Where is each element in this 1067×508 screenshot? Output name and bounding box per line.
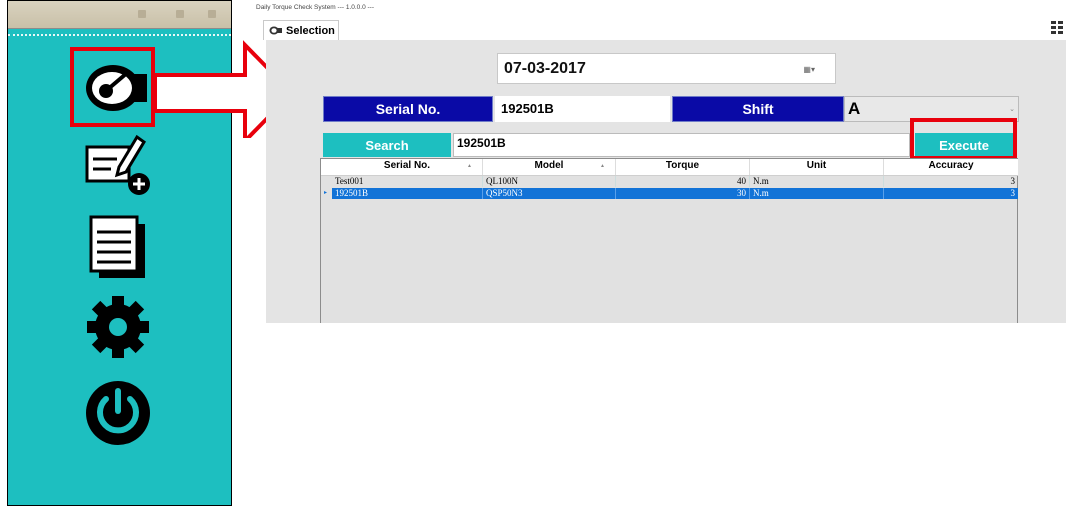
serial-value: 192501B	[495, 96, 670, 122]
sidebar-titlebar	[8, 1, 231, 29]
tab-label: Selection	[286, 24, 335, 37]
column-header-label: Accuracy	[928, 160, 974, 171]
torque-wrench-icon	[269, 26, 282, 35]
row-header-spacer	[321, 159, 332, 175]
table-cell: N.m	[750, 188, 884, 199]
table-header: Serial No. ▲ Model ▲ Torque Unit Accuracy	[321, 159, 1018, 176]
search-button[interactable]: Search	[323, 133, 451, 157]
table-row[interactable]: Test001 QL100N 40 N.m 3	[321, 176, 1018, 187]
titlebar-control[interactable]	[208, 10, 216, 18]
window-title: Daily Torque Check System --- 1.0.0.0 --…	[256, 4, 374, 11]
table-cell: 40	[616, 176, 750, 187]
column-header[interactable]: Accuracy	[884, 159, 1018, 175]
titlebar-control[interactable]	[176, 10, 184, 18]
shift-value: A	[848, 99, 861, 118]
shift-label: Shift	[672, 96, 844, 122]
column-header-label: Serial No.	[383, 160, 431, 171]
table-cell: 192501B	[332, 188, 483, 199]
column-header-label: Unit	[806, 160, 827, 171]
sort-icon: ▲	[600, 163, 605, 169]
search-input[interactable]: 192501B	[453, 133, 910, 157]
highlight-box	[910, 118, 1017, 160]
settings-icon	[87, 296, 149, 358]
new-document-icon	[85, 134, 150, 195]
table-row-selected[interactable]: ▸ 192501B QSP50N3 30 N.m 3	[321, 188, 1018, 199]
power-icon	[86, 381, 150, 445]
list-icon	[89, 215, 145, 278]
table-cell: 30	[616, 188, 750, 199]
table-cell: Test001	[332, 176, 483, 187]
row-indicator	[321, 176, 332, 187]
sidebar-item-power[interactable]	[78, 375, 158, 451]
chevron-down-icon: ⌄	[1009, 106, 1015, 113]
sidebar-item-list[interactable]	[78, 209, 158, 285]
sidebar-item-settings[interactable]	[78, 289, 158, 365]
table-cell: 3	[1010, 176, 1016, 186]
tab-selection[interactable]: Selection	[263, 20, 339, 40]
calendar-icon[interactable]: ▦▾	[803, 65, 815, 74]
row-pointer-icon: ▸	[321, 188, 332, 199]
serial-label: Serial No.	[323, 96, 493, 122]
table-cell: QSP50N3	[483, 188, 616, 199]
sidebar-item-new-record[interactable]	[78, 126, 158, 202]
column-header[interactable]: Model ▲	[483, 159, 616, 175]
results-table: Serial No. ▲ Model ▲ Torque Unit Accuracy …	[320, 158, 1018, 323]
sort-icon: ▲	[467, 163, 472, 169]
highlight-box	[70, 47, 155, 127]
column-header[interactable]: Serial No. ▲	[332, 159, 483, 175]
date-picker[interactable]: 07-03-2017 ▦▾	[497, 53, 836, 84]
date-value: 07-03-2017	[504, 60, 586, 77]
column-header-label: Model	[534, 160, 564, 171]
titlebar-control[interactable]	[138, 10, 146, 18]
column-header-label: Torque	[665, 160, 700, 171]
table-cell: 3	[1010, 188, 1016, 198]
table-cell: N.m	[750, 176, 884, 187]
sidebar-divider	[8, 28, 231, 36]
column-header[interactable]: Torque	[616, 159, 750, 175]
table-cell: QL100N	[483, 176, 616, 187]
grid-menu-icon[interactable]	[1049, 19, 1065, 35]
column-header[interactable]: Unit	[750, 159, 884, 175]
